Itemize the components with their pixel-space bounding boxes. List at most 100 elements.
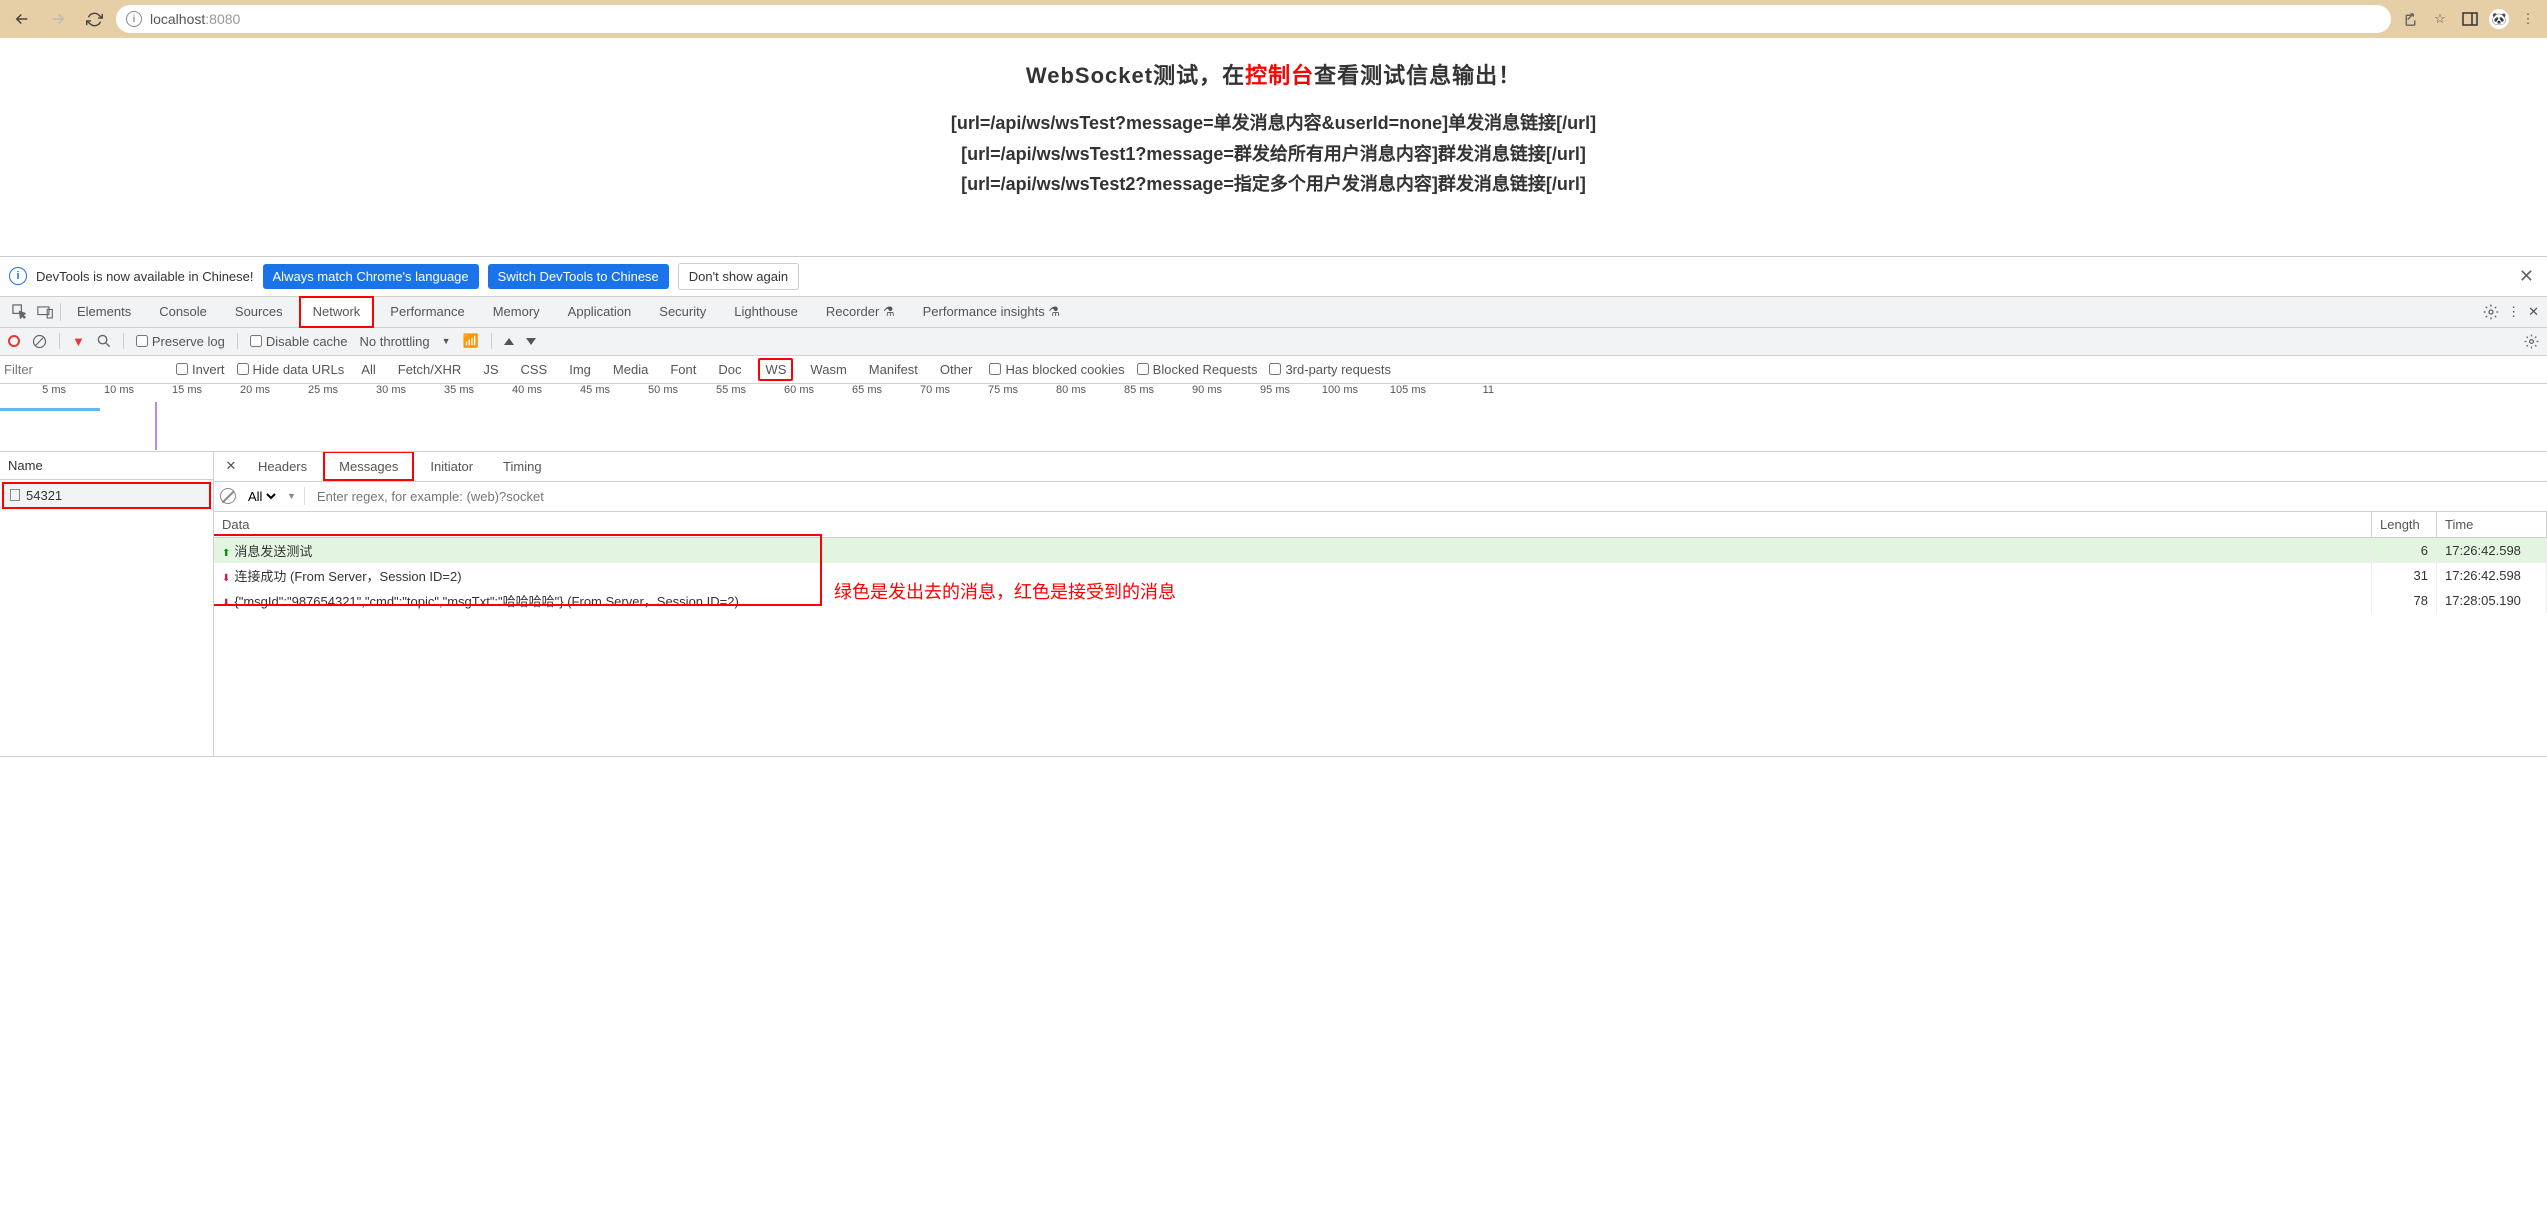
filter-ws[interactable]: WS — [758, 358, 793, 381]
blocked-cookies-checkbox[interactable]: Has blocked cookies — [989, 362, 1124, 377]
tab-elements[interactable]: Elements — [65, 296, 143, 328]
timeline-tick: 10 ms — [68, 384, 136, 402]
detail-tabs: ✕ Headers Messages Initiator Timing — [214, 452, 2547, 482]
switch-chinese-button[interactable]: Switch DevTools to Chinese — [488, 264, 669, 289]
gear-icon[interactable] — [2483, 304, 2499, 320]
filter-media[interactable]: Media — [608, 360, 653, 379]
dont-show-button[interactable]: Don't show again — [678, 263, 799, 290]
bookmark-icon[interactable]: ☆ — [2429, 11, 2451, 27]
timeline-tick: 55 ms — [680, 384, 748, 402]
message-type-select[interactable]: All — [244, 488, 279, 505]
search-icon[interactable] — [97, 334, 111, 348]
filter-icon[interactable]: ▼ — [72, 334, 85, 349]
tab-headers[interactable]: Headers — [244, 451, 321, 481]
link-line-2: [url=/api/ws/wsTest1?message=群发给所有用户消息内容… — [20, 139, 2527, 170]
preserve-log-checkbox[interactable]: Preserve log — [136, 334, 225, 349]
timeline-tick: 50 ms — [612, 384, 680, 402]
timeline-tick: 70 ms — [884, 384, 952, 402]
tab-sources[interactable]: Sources — [223, 296, 295, 328]
tab-memory[interactable]: Memory — [481, 296, 552, 328]
request-item[interactable]: 54321 — [4, 484, 209, 507]
reload-button[interactable] — [80, 5, 108, 33]
throttling-select[interactable]: No throttling — [360, 334, 430, 349]
annotation-text: 绿色是发出去的消息，红色是接受到的消息 — [834, 578, 1176, 604]
timeline-tick: 15 ms — [136, 384, 204, 402]
message-row[interactable]: ⬆消息发送测试617:26:42.598 — [214, 537, 2547, 563]
tab-performance[interactable]: Performance — [378, 296, 476, 328]
clear-messages-icon[interactable] — [220, 488, 236, 504]
invert-checkbox[interactable]: Invert — [176, 362, 225, 377]
extension-panda-icon[interactable]: 🐼 — [2489, 9, 2509, 29]
page-content: WebSocket测试，在控制台查看测试信息输出！ [url=/api/ws/w… — [0, 38, 2547, 220]
menu-icon[interactable]: ⋮ — [2517, 11, 2539, 27]
tab-initiator[interactable]: Initiator — [416, 451, 487, 481]
timeline-tick: 35 ms — [408, 384, 476, 402]
url-host: localhost — [150, 11, 205, 27]
link-line-3: [url=/api/ws/wsTest2?message=指定多个用户发消息内容… — [20, 169, 2527, 200]
share-icon[interactable] — [2399, 11, 2421, 28]
blocked-requests-checkbox[interactable]: Blocked Requests — [1137, 362, 1258, 377]
timeline-tick: 5 ms — [0, 384, 68, 402]
close-devtools-icon[interactable]: ✕ — [2528, 304, 2539, 320]
timeline-tick: 45 ms — [544, 384, 612, 402]
col-time: Time — [2437, 512, 2547, 538]
message-row[interactable]: ⬇连接成功 (From Server，Session ID=2)3117:26:… — [214, 563, 2547, 588]
device-icon[interactable] — [34, 305, 56, 319]
inspect-icon[interactable] — [8, 304, 30, 319]
filter-img[interactable]: Img — [564, 360, 596, 379]
tab-messages[interactable]: Messages — [323, 451, 414, 481]
tab-timing[interactable]: Timing — [489, 451, 556, 481]
wifi-icon[interactable]: 📶 — [463, 333, 479, 349]
filter-js[interactable]: JS — [478, 360, 503, 379]
filter-fetch-xhr[interactable]: Fetch/XHR — [393, 360, 467, 379]
timeline-tick: 30 ms — [340, 384, 408, 402]
timeline-request-bar — [0, 408, 100, 411]
timeline-tick: 75 ms — [952, 384, 1020, 402]
tab-network[interactable]: Network — [299, 296, 375, 328]
clear-icon[interactable] — [32, 334, 47, 349]
message-row[interactable]: ⬇{"msgId":"987654321","cmd":"topic","msg… — [214, 588, 2547, 613]
col-length: Length — [2372, 512, 2437, 538]
close-icon[interactable]: ✕ — [2515, 266, 2538, 287]
message-regex-input[interactable] — [313, 485, 2547, 508]
tab-security[interactable]: Security — [647, 296, 718, 328]
download-icon[interactable] — [526, 338, 536, 345]
tab-console[interactable]: Console — [147, 296, 219, 328]
document-icon — [10, 489, 20, 501]
hide-data-urls-checkbox[interactable]: Hide data URLs — [237, 362, 345, 377]
devtools-language-bar: i DevTools is now available in Chinese! … — [0, 256, 2547, 296]
messages-table: Data Length Time ⬆消息发送测试617:26:42.598⬇连接… — [214, 512, 2547, 756]
disable-cache-checkbox[interactable]: Disable cache — [250, 334, 348, 349]
forward-button[interactable] — [44, 5, 72, 33]
site-info-icon[interactable]: i — [126, 11, 142, 27]
timeline-tick: 25 ms — [272, 384, 340, 402]
filter-input[interactable] — [4, 362, 164, 377]
network-timeline[interactable]: 5 ms10 ms15 ms20 ms25 ms30 ms35 ms40 ms4… — [0, 384, 2547, 452]
always-match-button[interactable]: Always match Chrome's language — [263, 264, 479, 289]
settings-gear-icon[interactable] — [2524, 334, 2539, 349]
tab-perf-insights[interactable]: Performance insights ⚗ — [911, 296, 1072, 328]
filter-doc[interactable]: Doc — [713, 360, 746, 379]
record-icon[interactable] — [8, 335, 20, 347]
tab-application[interactable]: Application — [556, 296, 644, 328]
message-filter-bar: All ▼ — [214, 482, 2547, 512]
back-button[interactable] — [8, 5, 36, 33]
network-filter-bar: Invert Hide data URLs All Fetch/XHR JS C… — [0, 356, 2547, 384]
upload-icon[interactable] — [504, 338, 514, 345]
filter-wasm[interactable]: Wasm — [805, 360, 851, 379]
filter-manifest[interactable]: Manifest — [864, 360, 923, 379]
tab-lighthouse[interactable]: Lighthouse — [722, 296, 810, 328]
filter-all[interactable]: All — [356, 360, 380, 379]
filter-font[interactable]: Font — [665, 360, 701, 379]
timeline-tick: 20 ms — [204, 384, 272, 402]
sidepanel-icon[interactable] — [2459, 11, 2481, 27]
tab-recorder[interactable]: Recorder ⚗ — [814, 296, 907, 328]
name-header: Name — [0, 452, 213, 480]
more-icon[interactable]: ⋮ — [2507, 304, 2520, 320]
filter-other[interactable]: Other — [935, 360, 978, 379]
third-party-checkbox[interactable]: 3rd-party requests — [1269, 362, 1391, 377]
filter-css[interactable]: CSS — [516, 360, 553, 379]
address-bar[interactable]: i localhost:8080 — [116, 5, 2391, 33]
close-detail-icon[interactable]: ✕ — [220, 458, 242, 474]
timeline-tick: 85 ms — [1088, 384, 1156, 402]
